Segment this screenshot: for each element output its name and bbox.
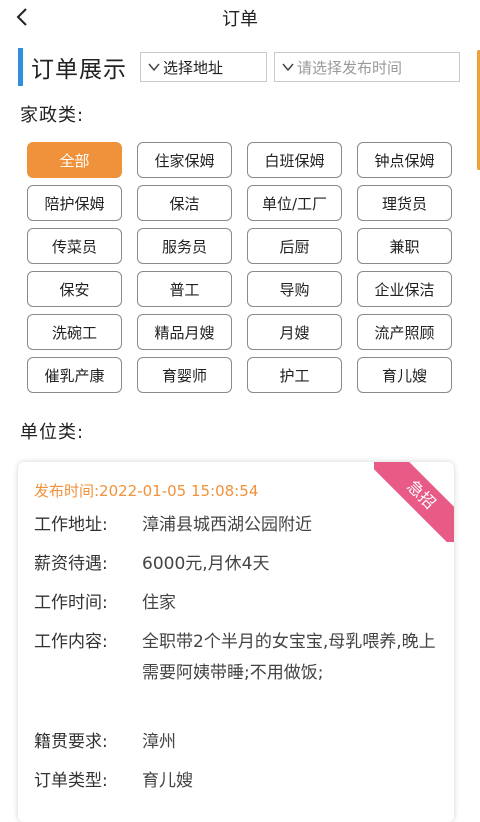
category-chip[interactable]: 洗碗工	[27, 314, 122, 350]
housekeeping-category-label: 家政类:	[20, 105, 85, 126]
category-chip[interactable]: 导购	[247, 271, 342, 307]
category-chip[interactable]: 流产照顾	[357, 314, 452, 350]
category-chip[interactable]: 陪护保姆	[27, 185, 122, 221]
header: 订单	[0, 0, 480, 34]
address-select-label: 选择地址	[163, 58, 224, 77]
page-title: 订单	[222, 9, 258, 30]
category-chip[interactable]: 普工	[137, 271, 232, 307]
order-field-label: 工作内容:	[34, 632, 108, 652]
category-chip[interactable]: 理货员	[357, 185, 452, 221]
chevron-down-icon	[148, 63, 160, 72]
order-card[interactable]: 急招 发布时间:2022-01-05 15:08:54 工作地址: 漳浦县城西湖公…	[18, 462, 454, 822]
category-chip[interactable]: 服务员	[137, 228, 232, 264]
category-chip[interactable]: 月嫂	[247, 314, 342, 350]
chevron-down-icon	[282, 63, 294, 72]
order-field-label: 工作时间:	[34, 593, 108, 613]
category-chip[interactable]: 传菜员	[27, 228, 122, 264]
category-chip[interactable]: 育儿嫂	[357, 357, 452, 393]
category-chip[interactable]: 兼职	[357, 228, 452, 264]
order-field-value: 全职带2个半月的女宝宝,母乳喂养,晚上需要阿姨带睡;不用做饭;	[142, 632, 436, 683]
category-chip[interactable]: 白班保姆	[247, 142, 342, 178]
publish-time: 发布时间:2022-01-05 15:08:54	[34, 482, 259, 500]
order-field-row: 籍贯要求: 漳州	[34, 727, 442, 758]
order-field-row: 工作内容: 全职带2个半月的女宝宝,母乳喂养,晚上需要阿姨带睡;不用做饭;	[34, 627, 442, 689]
publish-time-select[interactable]: 请选择发布时间	[274, 52, 460, 82]
section-bar	[18, 48, 23, 86]
category-chip[interactable]: 全部	[27, 142, 122, 178]
order-field-label: 籍贯要求:	[34, 732, 108, 752]
order-field-value: 育儿嫂	[142, 771, 193, 791]
order-field-row: 订单类型: 育儿嫂	[34, 766, 442, 797]
category-chip[interactable]: 精品月嫂	[137, 314, 232, 350]
order-field-value: 漳浦县城西湖公园附近	[142, 515, 312, 535]
order-field-value: 6000元,月休4天	[142, 554, 270, 574]
order-field-label: 工作地址:	[34, 515, 108, 535]
unit-category-label: 单位类:	[20, 422, 85, 443]
order-field-value: 住家	[142, 593, 176, 613]
category-chip[interactable]: 催乳产康	[27, 357, 122, 393]
category-chip[interactable]: 住家保姆	[137, 142, 232, 178]
publish-time-placeholder: 请选择发布时间	[297, 58, 403, 77]
category-chip[interactable]: 护工	[247, 357, 342, 393]
order-field-row: 薪资待遇: 6000元,月休4天	[34, 549, 442, 580]
order-field-value: 漳州	[142, 732, 176, 752]
category-chip[interactable]: 保安	[27, 271, 122, 307]
order-field-label: 薪资待遇:	[34, 554, 108, 574]
category-chip[interactable]: 钟点保姆	[357, 142, 452, 178]
address-select[interactable]: 选择地址	[140, 52, 267, 82]
order-field-row: 工作地址: 漳浦县城西湖公园附近	[34, 510, 442, 541]
category-chip[interactable]: 育婴师	[137, 357, 232, 393]
category-chip[interactable]: 单位/工厂	[247, 185, 342, 221]
category-chip[interactable]: 后厨	[247, 228, 342, 264]
category-chip[interactable]: 企业保洁	[357, 271, 452, 307]
section-title: 订单展示	[31, 57, 127, 83]
order-field-row: 工作时间: 住家	[34, 588, 442, 619]
section-header: 订单展示	[18, 48, 127, 86]
category-chip[interactable]: 保洁	[137, 185, 232, 221]
order-field-label: 订单类型:	[34, 771, 108, 791]
